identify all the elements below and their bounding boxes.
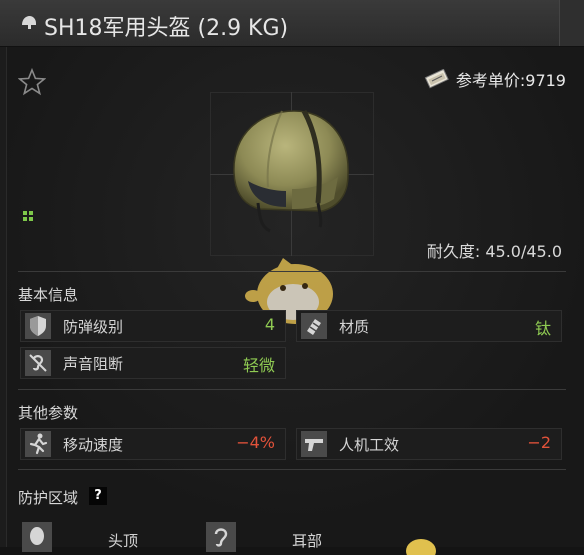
reference-price: 参考单价:9719 — [424, 67, 566, 91]
window-edge — [559, 0, 584, 46]
stat-value: 轻微 — [242, 356, 275, 375]
stat-ergonomics: 人机工效 −2 — [296, 428, 562, 460]
mascot-peek — [406, 539, 436, 555]
window-title: SH18军用头盔 (2.9 KG) — [44, 16, 289, 41]
title-bar: SH18军用头盔 (2.9 KG) — [0, 0, 584, 47]
stat-move-speed: 移动速度 −4% — [20, 428, 286, 460]
stat-armor-class: 防弹级别 4 — [20, 310, 286, 342]
zone-label: 头顶 — [108, 532, 139, 550]
section-title-basic: 基本信息 — [18, 286, 79, 304]
running-icon — [25, 431, 51, 457]
helmet-image — [233, 109, 349, 233]
section-title-protection: 防护区域 — [18, 489, 79, 507]
stat-value: 4 — [264, 315, 275, 334]
section-title-other: 其他参数 — [18, 404, 79, 422]
money-icon — [424, 69, 449, 89]
hearing-blocked-icon — [25, 350, 51, 376]
zone-label: 耳部 — [292, 532, 323, 550]
stat-label: 材质 — [339, 318, 370, 336]
zone-top: 头顶 — [22, 522, 182, 552]
stat-value: −4% — [236, 433, 275, 452]
helmet-icon — [22, 16, 36, 29]
zone-ears: 耳部 — [206, 522, 366, 552]
stat-label: 移动速度 — [63, 436, 124, 454]
material-icon — [301, 313, 327, 339]
grid-size-icon — [23, 211, 33, 221]
price-text: 参考单价:9719 — [455, 71, 566, 90]
stat-material: 材质 钛 — [296, 310, 562, 342]
head-icon — [22, 522, 52, 552]
stat-label: 防弹级别 — [63, 318, 124, 336]
help-icon[interactable]: ? — [89, 487, 107, 505]
armor-shield-icon — [25, 313, 51, 339]
stat-sound-block: 声音阻断 轻微 — [20, 347, 286, 379]
section-divider — [18, 469, 566, 470]
panel-edge — [0, 47, 7, 547]
stat-value: 钛 — [534, 319, 551, 338]
stat-value: −2 — [527, 433, 551, 452]
pistol-icon — [301, 431, 327, 457]
section-divider — [18, 271, 566, 272]
star-outline-icon[interactable] — [18, 68, 46, 96]
stat-label: 人机工效 — [339, 436, 400, 454]
stat-label: 声音阻断 — [63, 355, 124, 373]
ear-icon — [206, 522, 236, 552]
section-divider — [18, 389, 566, 390]
durability-text: 耐久度: 45.0/45.0 — [426, 242, 562, 261]
